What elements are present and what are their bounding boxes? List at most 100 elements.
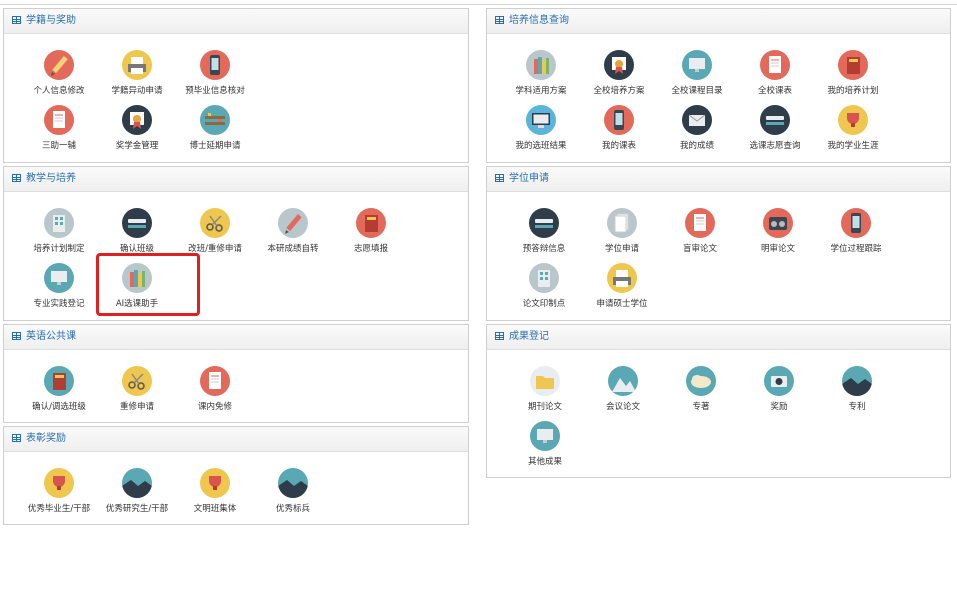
tile-course-exemption[interactable]: 课内免修	[176, 366, 254, 412]
tile-label: 培养计划制定	[33, 244, 85, 254]
monitor-icon	[530, 421, 560, 451]
landscape-icon	[608, 366, 638, 396]
tile-discipline-plan[interactable]: 学科适用方案	[502, 50, 580, 96]
tile-my-grades[interactable]: 我的成绩	[658, 105, 736, 151]
panel-biaozhang: 表彰奖励 优秀毕业生/干部 优秀研究生/干部 文明班集体 优秀标兵	[3, 426, 469, 525]
mountain-icon	[842, 366, 872, 396]
award-ribbon-icon	[604, 50, 634, 80]
tile-patent[interactable]: 专利	[818, 366, 896, 412]
tile-label: 优秀研究生/干部	[105, 504, 169, 514]
document-icon	[685, 208, 715, 238]
trophy-icon	[44, 468, 74, 498]
tile-label: 志愿填报	[353, 244, 388, 254]
building-icon	[44, 208, 74, 238]
tile-status-change[interactable]: 学籍异动申请	[98, 50, 176, 96]
radio-icon	[763, 208, 793, 238]
document-icon	[44, 105, 74, 135]
panel-header: 学位申请	[487, 167, 950, 192]
stapler-icon	[122, 208, 152, 238]
tile-predefense-info[interactable]: 预答辩信息	[505, 208, 583, 254]
tile-plan-formulate[interactable]: 培养计划制定	[20, 208, 98, 254]
tile-wish-fill[interactable]: 志愿填报	[332, 208, 410, 254]
panel-title: 表彰奖励	[26, 433, 66, 444]
grid-icon	[12, 174, 21, 182]
tile-thesis-print[interactable]: 论文印制点	[505, 263, 583, 309]
tile-retake-apply[interactable]: 重修申请	[98, 366, 176, 412]
tile-label: 专利	[848, 402, 866, 412]
panel-header: 表彰奖励	[4, 427, 468, 452]
mountain-icon	[278, 468, 308, 498]
tile-school-plan[interactable]: 全校培养方案	[580, 50, 658, 96]
monitor-icon	[682, 50, 712, 80]
tile-degree-apply[interactable]: 学位申请	[583, 208, 661, 254]
tile-my-career[interactable]: 我的学业生涯	[814, 105, 892, 151]
tile-journal-paper[interactable]: 期刊论文	[506, 366, 584, 412]
tile-confirm-adjust-class[interactable]: 确认/调选班级	[20, 366, 98, 412]
tile-label: 优秀标兵	[275, 504, 310, 514]
tile-scholarship[interactable]: 奖学金管理	[98, 105, 176, 151]
tile-label: 预毕业信息核对	[185, 86, 245, 96]
grid-icon	[495, 16, 504, 24]
tile-practice-register[interactable]: 专业实践登记	[20, 263, 98, 309]
tile-assistantship[interactable]: 三助一辅	[20, 105, 98, 151]
tile-civilized-class[interactable]: 文明班集体	[176, 468, 254, 514]
panel-jiaoxue: 教学与培养 培养计划制定 确认班级 改班/重修申请 本研成绩自转 志愿填报 专业…	[3, 166, 469, 321]
tile-confirm-class[interactable]: 确认班级	[98, 208, 176, 254]
tile-outstanding-model[interactable]: 优秀标兵	[254, 468, 332, 514]
bookshelf-icon	[200, 105, 230, 135]
building-icon	[529, 263, 559, 293]
tile-open-review[interactable]: 明审论文	[739, 208, 817, 254]
tile-my-plan[interactable]: 我的培养计划	[814, 50, 892, 96]
panel-title: 教学与培养	[26, 173, 76, 184]
grid-icon	[12, 332, 21, 340]
tile-label: 博士延期申请	[189, 141, 241, 151]
tile-grade-transfer[interactable]: 本研成绩自转	[254, 208, 332, 254]
tile-label: 其他成果	[527, 457, 562, 467]
panel-xuewei: 学位申请 预答辩信息 学位申请 盲审论文 明审论文 学位过程跟踪 论文印制点 申…	[486, 166, 951, 321]
tile-phd-extension[interactable]: 博士延期申请	[176, 105, 254, 151]
tile-label: 预答辩信息	[522, 244, 566, 254]
tile-label: 会议论文	[605, 402, 640, 412]
pencil-icon	[44, 50, 74, 80]
trophy-icon	[200, 468, 230, 498]
panel-xueji: 学籍与奖助 个人信息修改 学籍异动申请 预毕业信息核对 三助一辅 奖学金管理 博…	[3, 8, 469, 163]
monitor-icon	[44, 263, 74, 293]
books-icon	[526, 50, 556, 80]
panel-title: 培养信息查询	[509, 15, 569, 26]
book-icon	[44, 366, 74, 396]
tile-my-class-result[interactable]: 我的选班结果	[502, 105, 580, 151]
scissors-icon	[200, 208, 230, 238]
tile-label: 学科适用方案	[515, 86, 567, 96]
tile-other-achievement[interactable]: 其他成果	[506, 421, 584, 467]
tile-label: 三助一辅	[41, 141, 76, 151]
tile-my-timetable[interactable]: 我的课表	[580, 105, 658, 151]
tile-outstanding-graduate[interactable]: 优秀毕业生/干部	[20, 468, 98, 514]
tile-label: 奖学金管理	[115, 141, 159, 151]
tile-outstanding-postgrad[interactable]: 优秀研究生/干部	[98, 468, 176, 514]
tile-label: 盲审论文	[682, 244, 717, 254]
tile-degree-tracking[interactable]: 学位过程跟踪	[817, 208, 895, 254]
tile-label: 专著	[692, 402, 710, 412]
tile-label: 专业实践登记	[33, 299, 85, 309]
tile-course-wish-query[interactable]: 选课志愿查询	[736, 105, 814, 151]
tile-conference-paper[interactable]: 会议论文	[584, 366, 662, 412]
tile-award[interactable]: 奖励	[740, 366, 818, 412]
tile-pregrad-check[interactable]: 预毕业信息核对	[176, 50, 254, 96]
tile-monograph[interactable]: 专著	[662, 366, 740, 412]
book-icon	[356, 208, 386, 238]
grid-icon	[12, 16, 21, 24]
tile-blind-review[interactable]: 盲审论文	[661, 208, 739, 254]
tile-label: 学位申请	[604, 244, 639, 254]
tile-personal-info[interactable]: 个人信息修改	[20, 50, 98, 96]
panel-title: 成果登记	[509, 331, 549, 342]
tile-master-degree-apply[interactable]: 申请硕士学位	[583, 263, 661, 309]
tile-label: 全校课程目录	[671, 86, 723, 96]
tile-course-catalog[interactable]: 全校课程目录	[658, 50, 736, 96]
panel-peiyang-info: 培养信息查询 学科适用方案 全校培养方案 全校课程目录 全校课表 我的培养计划 …	[486, 8, 951, 163]
award-ribbon-icon	[122, 105, 152, 135]
tile-label: 个人信息修改	[33, 86, 85, 96]
tile-change-class[interactable]: 改班/重修申请	[176, 208, 254, 254]
paper-stack-icon	[607, 208, 637, 238]
tile-school-timetable[interactable]: 全校课表	[736, 50, 814, 96]
panel-chengguo: 成果登记 期刊论文 会议论文 专著 奖励 专利 其他成果	[486, 324, 951, 478]
